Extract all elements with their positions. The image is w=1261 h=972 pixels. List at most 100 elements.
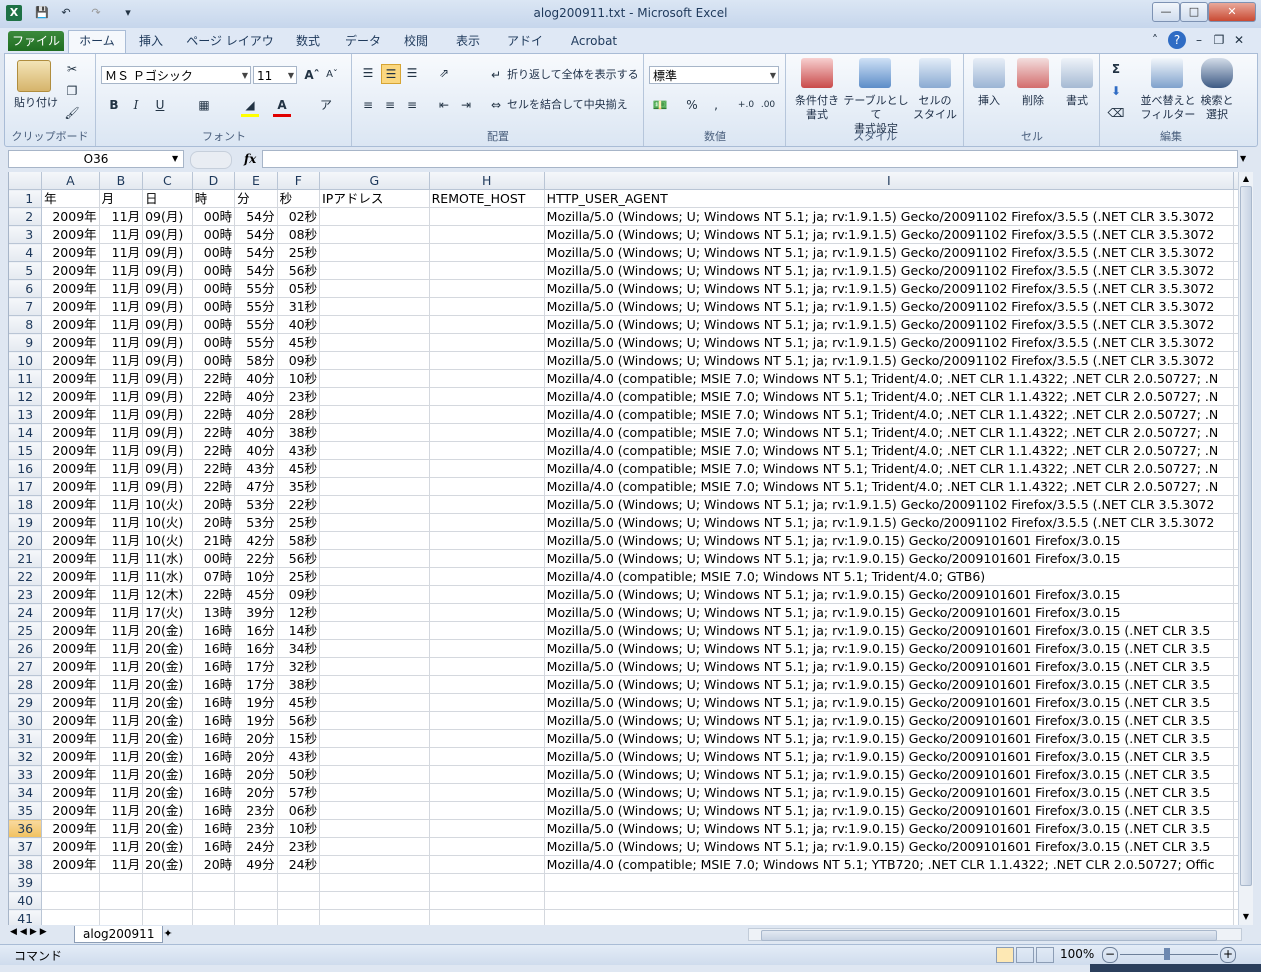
zoom-slider-thumb[interactable] <box>1164 948 1170 960</box>
cell[interactable]: 20(金) <box>142 711 193 730</box>
cell[interactable]: Mozilla/4.0 (compatible; MSIE 7.0; Windo… <box>544 441 1235 460</box>
cell[interactable]: 11(水) <box>142 567 193 586</box>
column-header[interactable]: F <box>277 172 321 190</box>
cell[interactable] <box>319 711 430 730</box>
cell[interactable]: 11(水) <box>142 549 193 568</box>
cell[interactable]: 2009年 <box>41 315 100 334</box>
cell[interactable] <box>429 711 545 730</box>
cell[interactable]: Mozilla/5.0 (Windows; U; Windows NT 5.1;… <box>544 315 1235 334</box>
cell[interactable]: 20分 <box>234 765 278 784</box>
cell[interactable] <box>319 351 430 370</box>
delete-cells-button[interactable]: 削除 <box>1013 94 1053 108</box>
normal-view-icon[interactable] <box>996 947 1014 963</box>
cell[interactable]: 00時 <box>192 315 236 334</box>
row-header[interactable]: 13 <box>9 405 43 424</box>
decrease-decimal-icon[interactable]: .00 <box>759 96 777 114</box>
cell[interactable]: 22秒 <box>277 495 321 514</box>
tab-review[interactable]: 校閲 <box>398 31 434 51</box>
cell[interactable]: 22時 <box>192 477 236 496</box>
cell[interactable] <box>429 639 545 658</box>
tab-insert[interactable]: 挿入 <box>134 31 168 51</box>
tab-view[interactable]: 表示 <box>450 31 486 51</box>
cell[interactable]: 10分 <box>234 567 278 586</box>
cell[interactable]: 11月 <box>99 549 144 568</box>
borders-icon[interactable]: ▦ <box>195 96 213 114</box>
cell[interactable]: 02秒 <box>277 207 321 226</box>
cell[interactable]: 22時 <box>192 441 236 460</box>
cell[interactable] <box>319 243 430 262</box>
row-header[interactable]: 38 <box>9 855 43 874</box>
cell[interactable]: 09(月) <box>142 369 193 388</box>
font-name-select[interactable]: ＭＳ Ｐゴシック ▼ <box>101 66 251 84</box>
cell[interactable] <box>429 909 545 925</box>
cell[interactable]: REMOTE_HOST <box>429 189 545 208</box>
zoom-level[interactable]: 100% <box>1060 947 1094 961</box>
cell[interactable]: 54分 <box>234 225 278 244</box>
row-header[interactable]: 25 <box>9 621 43 640</box>
cell[interactable]: 09(月) <box>142 477 193 496</box>
cell[interactable]: 11月 <box>99 603 144 622</box>
cell[interactable] <box>319 603 430 622</box>
cell[interactable] <box>192 873 236 892</box>
horizontal-scroll-thumb[interactable] <box>761 930 1217 941</box>
cell[interactable]: 55分 <box>234 333 278 352</box>
cell[interactable]: 11月 <box>99 621 144 640</box>
cell[interactable]: 22時 <box>192 423 236 442</box>
row-header[interactable]: 10 <box>9 351 43 370</box>
cell[interactable]: 16時 <box>192 747 236 766</box>
cell[interactable]: 11月 <box>99 369 144 388</box>
cell[interactable] <box>234 909 278 925</box>
cell[interactable]: Mozilla/5.0 (Windows; U; Windows NT 5.1;… <box>544 693 1235 712</box>
cell[interactable]: 2009年 <box>41 243 100 262</box>
cell[interactable] <box>429 387 545 406</box>
cell[interactable] <box>319 729 430 748</box>
cell[interactable]: 42分 <box>234 531 278 550</box>
row-header[interactable]: 37 <box>9 837 43 856</box>
cell[interactable]: Mozilla/5.0 (Windows; U; Windows NT 5.1;… <box>544 549 1235 568</box>
cell[interactable]: Mozilla/5.0 (Windows; U; Windows NT 5.1;… <box>544 783 1235 802</box>
workbook-close-icon[interactable]: ✕ <box>1230 31 1248 49</box>
cell[interactable]: 11月 <box>99 477 144 496</box>
cell[interactable]: 20(金) <box>142 819 193 838</box>
cell[interactable] <box>319 279 430 298</box>
cell[interactable]: Mozilla/5.0 (Windows; U; Windows NT 5.1;… <box>544 495 1235 514</box>
cell[interactable]: 10(火) <box>142 495 193 514</box>
cell[interactable]: 22時 <box>192 369 236 388</box>
cell[interactable]: 11月 <box>99 495 144 514</box>
font-size-select[interactable]: 11 ▼ <box>253 66 297 84</box>
merge-center-icon[interactable]: ⇔ <box>487 96 505 114</box>
cell[interactable] <box>319 495 430 514</box>
cell[interactable]: 2009年 <box>41 747 100 766</box>
cell[interactable]: 23分 <box>234 819 278 838</box>
cell[interactable]: 55分 <box>234 279 278 298</box>
cell[interactable] <box>429 783 545 802</box>
cell[interactable]: 16分 <box>234 639 278 658</box>
cell[interactable]: 00時 <box>192 549 236 568</box>
cell[interactable]: HTTP_USER_AGENT <box>544 189 1235 208</box>
cell[interactable]: 11月 <box>99 333 144 352</box>
cell[interactable]: 45分 <box>234 585 278 604</box>
paste-button[interactable]: 貼り付け <box>9 96 63 110</box>
cell[interactable]: 2009年 <box>41 297 100 316</box>
cell[interactable] <box>319 819 430 838</box>
cell[interactable] <box>41 873 100 892</box>
cell[interactable]: 11月 <box>99 837 144 856</box>
cell[interactable] <box>319 621 430 640</box>
cell[interactable]: 07時 <box>192 567 236 586</box>
cell[interactable]: 24秒 <box>277 855 321 874</box>
row-header[interactable]: 8 <box>9 315 43 334</box>
cell[interactable] <box>429 243 545 262</box>
cell[interactable]: 2009年 <box>41 819 100 838</box>
cell[interactable]: 2009年 <box>41 567 100 586</box>
cell[interactable]: 20(金) <box>142 801 193 820</box>
horizontal-scrollbar[interactable] <box>748 928 1242 941</box>
cell[interactable]: 2009年 <box>41 855 100 874</box>
cell[interactable] <box>429 765 545 784</box>
number-format-select[interactable]: 標準 ▼ <box>649 66 779 84</box>
row-header[interactable]: 15 <box>9 441 43 460</box>
cell[interactable] <box>429 405 545 424</box>
minimize-button[interactable]: — <box>1152 2 1180 22</box>
cell[interactable]: 2009年 <box>41 441 100 460</box>
wrap-text-icon[interactable]: ↵ <box>487 66 505 84</box>
align-center-icon[interactable]: ≡ <box>381 96 399 114</box>
